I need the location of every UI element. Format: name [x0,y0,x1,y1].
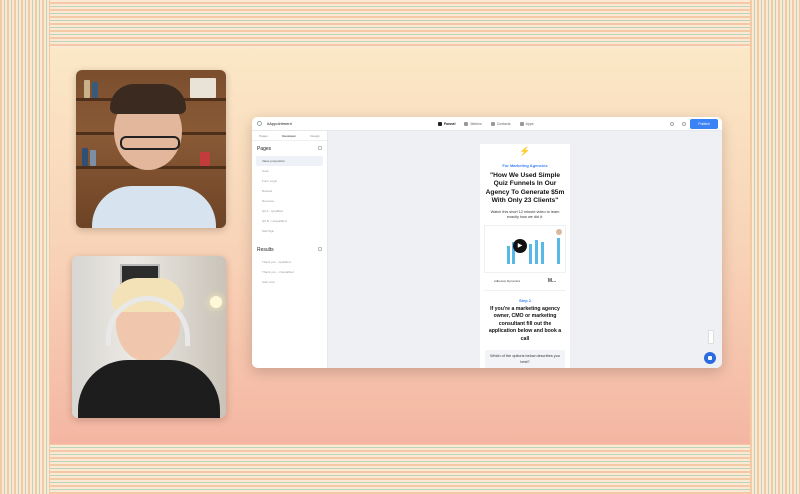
add-page-icon[interactable] [318,146,322,150]
chat-support-button[interactable] [704,352,716,364]
book [200,152,210,166]
pages-heading: Pages [257,146,272,152]
video-thumbnail-bar [529,243,532,264]
app-topbar: #Appointment Funnel Metrics Contacts App… [252,117,722,131]
apps-icon [519,121,524,126]
participant-sweater [78,360,220,418]
page-item[interactable]: Booked [252,186,327,196]
participant-hair [110,84,186,114]
pages-list: Value proposition Goal Form Logic Booked… [252,156,327,236]
bolt-icon: ⚡ [519,146,531,156]
page-item[interactable]: Form Logic [252,176,327,186]
pages-section-header: Pages [252,141,327,152]
preview-subtext: Watch this short 12 minute video to lear… [490,209,560,219]
border-stripes-right [750,0,800,494]
page-item[interactable]: Revenue [252,196,327,206]
nav-tab-metrics[interactable]: Metrics [464,121,482,126]
client-logo: Adhesive Dynamics [493,278,521,283]
client-logos: Adhesive Dynamics M... [480,278,570,284]
results-list: Thank you - Qualified Thank you - Unqual… [252,257,327,287]
app-name: #Appointment [267,121,292,126]
tab-design[interactable]: Design [310,134,319,138]
nav-tab-contacts[interactable]: Contacts [490,121,511,126]
editor-canvas: ⚡ For Marketing Agencies "How We Used Si… [328,131,722,368]
book [92,82,98,98]
preview-kicker: For Marketing Agencies [502,163,548,168]
settings-icon[interactable] [670,121,674,126]
nav-tab-apps[interactable]: Apps [519,121,534,126]
page-item[interactable]: Value proposition [256,156,323,166]
result-item[interactable]: Add more [252,277,327,287]
top-navigation: Funnel Metrics Contacts Apps [438,121,534,126]
participant-shirt [92,186,216,228]
quiz-question[interactable]: Which of the options below describes you… [485,349,565,368]
avatar [555,227,563,236]
step-label: Step 2 [518,297,531,303]
client-logo: M... [547,277,557,284]
border-stripes-left [0,0,50,494]
glasses [120,136,180,150]
device-toggle[interactable] [708,330,714,344]
play-icon[interactable]: ▶ [513,238,527,253]
topbar-tools [670,121,686,126]
funnel-builder-window: #Appointment Funnel Metrics Contacts App… [252,117,722,368]
funnel-icon [438,121,442,126]
tab-developer[interactable]: Developer [282,134,296,138]
result-item[interactable]: Thank you - Unqualified [252,267,327,277]
add-result-icon[interactable] [318,247,322,251]
page-item[interactable]: Goal [252,166,327,176]
publish-button[interactable]: Publish [690,119,718,129]
results-section-header: Results [252,242,327,253]
video-player[interactable]: ▶ [484,224,566,273]
sidebar: Pages Developer Design Pages Value propo… [252,131,328,368]
video-thumbnail-bar [541,241,544,264]
contacts-icon [490,121,495,126]
chart-icon [464,121,469,126]
video-thumbnail-bar [557,237,560,264]
results-heading: Results [257,247,274,253]
step-headline: If you're a marketing agency owner, CMO … [488,305,562,342]
nav-tab-funnel[interactable]: Funnel [438,121,455,126]
book [82,148,88,166]
page-preview[interactable]: ⚡ For Marketing Agencies "How We Used Si… [480,144,570,368]
webcam-participant-1 [76,70,226,228]
book [90,150,96,166]
book [84,80,90,98]
preview-headline: "How We Used Simple Quiz Funnels In Our … [485,172,565,205]
page-item[interactable]: Q2 B - Unqualified [252,216,327,226]
webcam-participant-2 [72,256,226,418]
video-thumbnail-bar [507,245,510,264]
app-logo-icon [257,121,262,126]
video-thumbnail-bar [535,239,538,264]
picture-frame [190,78,216,98]
sidebar-tabs: Pages Developer Design [252,131,327,141]
preview-icon[interactable] [682,121,686,126]
lamp-light [210,296,222,308]
divider [484,289,566,291]
page-item[interactable]: Self-Sign [252,226,327,236]
tab-pages[interactable]: Pages [259,134,268,138]
result-item[interactable]: Thank you - Qualified [252,257,327,267]
page-item[interactable]: Q2 A - Qualified [252,206,327,216]
